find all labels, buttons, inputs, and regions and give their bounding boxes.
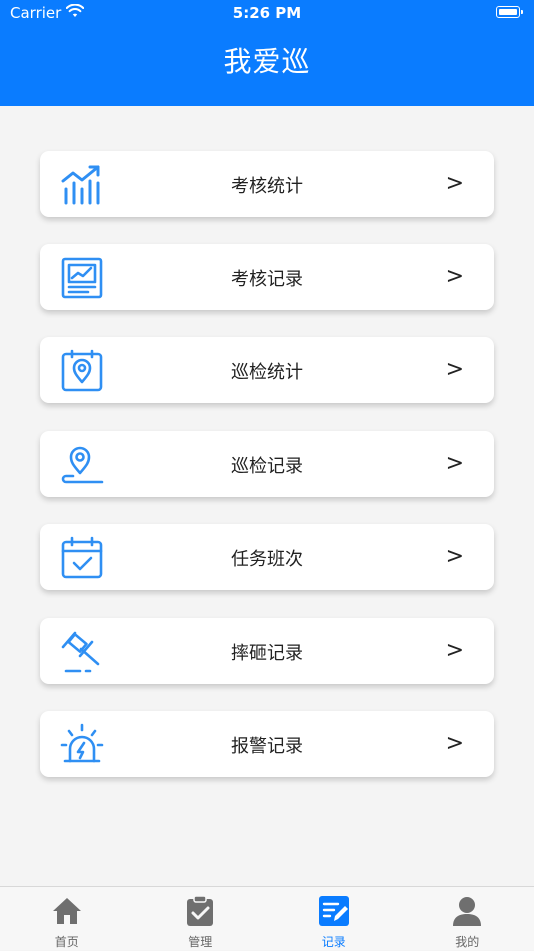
menu-item-patrol-records[interactable]: 巡检记录 > [40,431,494,497]
clipboard-check-icon [184,895,216,927]
tab-label: 首页 [0,933,134,950]
chevron-right-icon: > [446,171,464,196]
menu-item-alarm-records[interactable]: 报警记录 > [40,711,494,777]
tab-label: 记录 [267,933,401,950]
menu-item-label: 巡检记录 [40,452,494,478]
chevron-right-icon: > [446,638,464,663]
edit-note-icon [318,895,350,927]
tab-manage[interactable]: 管理 [134,887,268,951]
menu-item-label: 考核统计 [40,172,494,198]
tab-label: 管理 [134,933,268,950]
menu-item-label: 摔砸记录 [40,639,494,665]
menu-item-patrol-stats[interactable]: 巡检统计 > [40,337,494,403]
chevron-right-icon: > [446,264,464,289]
page-title: 我爱巡 [0,40,534,80]
menu-item-task-shifts[interactable]: 任务班次 > [40,524,494,590]
menu-item-smash-records[interactable]: 摔砸记录 > [40,618,494,684]
chevron-right-icon: > [446,357,464,382]
header: Carrier 5:26 PM 我爱巡 [0,0,534,106]
status-time: 5:26 PM [0,4,534,22]
tab-bar: 首页 管理 记录 我的 [0,886,534,950]
tab-records[interactable]: 记录 [267,887,401,951]
menu-item-label: 巡检统计 [40,358,494,384]
chevron-right-icon: > [446,451,464,476]
home-icon [51,895,83,927]
menu-item-label: 任务班次 [40,545,494,571]
menu-item-label: 考核记录 [40,265,494,291]
tab-profile[interactable]: 我的 [401,887,534,951]
status-bar: Carrier 5:26 PM [0,0,534,28]
battery-icon [496,6,520,18]
user-icon [451,895,483,927]
tab-label: 我的 [401,933,534,950]
chevron-right-icon: > [446,731,464,756]
menu-item-label: 报警记录 [40,732,494,758]
tab-home[interactable]: 首页 [0,887,134,951]
menu-item-assessment-records[interactable]: 考核记录 > [40,244,494,310]
menu-item-assessment-stats[interactable]: 考核统计 > [40,151,494,217]
chevron-right-icon: > [446,544,464,569]
